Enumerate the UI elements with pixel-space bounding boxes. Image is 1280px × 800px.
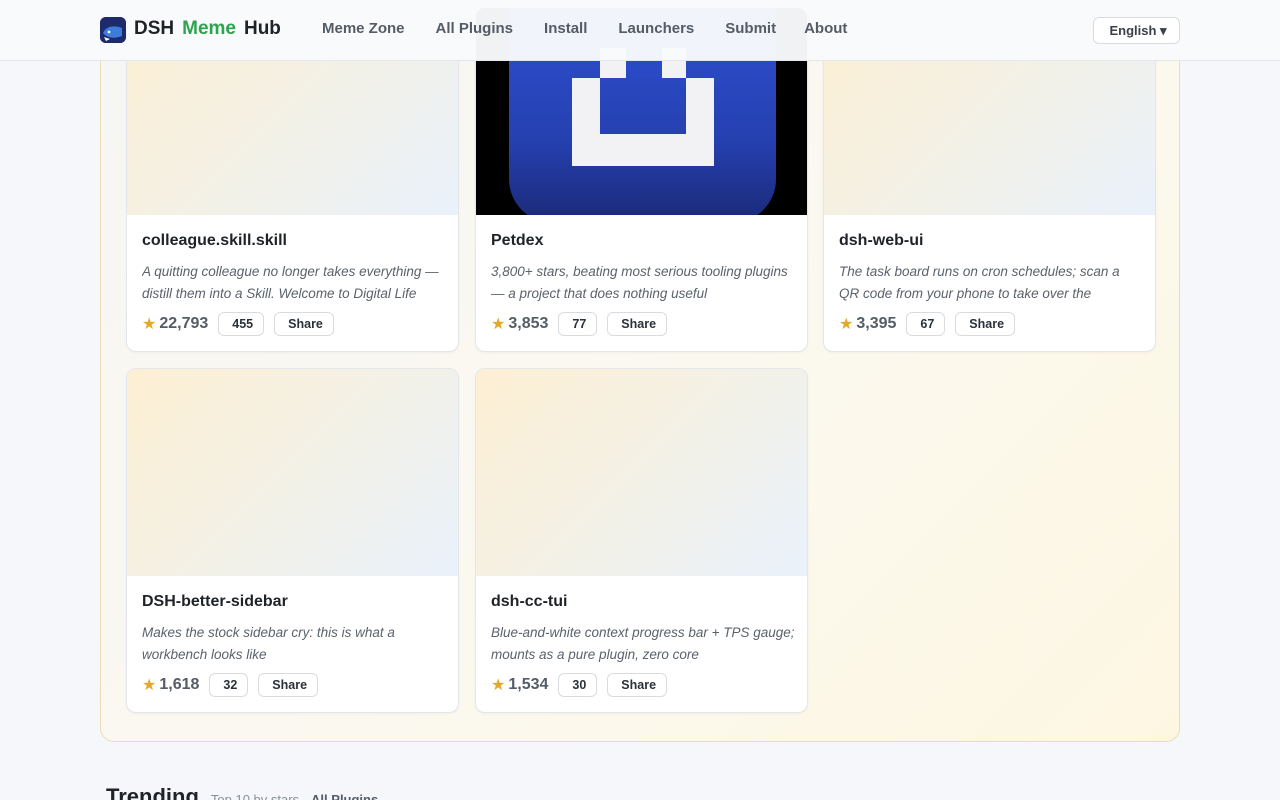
star-icon: ★ [491, 316, 506, 333]
star-icon: ★ [142, 677, 157, 694]
nav-install[interactable]: Install [541, 20, 587, 37]
meme-zone-panel: colleague.skill.skill A quitting colleag… [100, 7, 1180, 742]
card-description-text: The task board runs on cron schedules; s… [839, 264, 1120, 301]
fork-count-value: 77 [572, 317, 587, 331]
nav-all-plugins-label: All Plugins [435, 20, 514, 37]
fork-count-button[interactable]: 67 [906, 312, 946, 336]
star-count-value: 22,793 [159, 315, 209, 332]
fork-count-value: 30 [572, 678, 587, 692]
nav-launchers[interactable]: Launchers [615, 20, 694, 37]
card-description: 3,800+ stars, beating most serious tooli… [491, 261, 795, 305]
fork-count-value: 67 [920, 317, 935, 331]
nav-submit-label: Submit [725, 20, 777, 37]
star-count-value: 1,534 [508, 676, 549, 693]
star-count: ★ 1,618 [142, 675, 199, 695]
card-title[interactable]: Petdex [491, 232, 543, 250]
fork-count-button[interactable]: 77 [558, 312, 598, 336]
card-meta: ★ 3,853 77 Share [491, 312, 668, 336]
card-title[interactable]: colleague.skill.skill [142, 232, 287, 250]
trending-title: Trending [100, 784, 199, 800]
share-label: Share [969, 317, 1005, 331]
card-description-text: Blue-and-white context progress bar + TP… [491, 625, 795, 662]
share-button[interactable]: Share [274, 312, 334, 336]
share-label: Share [621, 317, 657, 331]
nav-install-label: Install [544, 20, 588, 37]
card-title[interactable]: dsh-web-ui [839, 232, 923, 250]
star-count: ★ 3,395 [839, 314, 896, 334]
fork-count-button[interactable]: 30 [558, 673, 598, 697]
card-meta: ★ 1,534 30 Share [491, 673, 668, 697]
fork-count-button[interactable]: 32 [209, 673, 249, 697]
fork-count-button[interactable]: 455 [218, 312, 265, 336]
card-description: A quitting colleague no longer takes eve… [142, 261, 446, 305]
card-thumbnail [127, 369, 458, 576]
dsh-logo-icon[interactable] [100, 17, 126, 43]
card-description: Makes the stock sidebar cry: this is wha… [142, 622, 446, 666]
card-description-text: A quitting colleague no longer takes eve… [142, 264, 439, 301]
brand-part-hub: Hub [243, 18, 281, 39]
trending-section-header: Trending Top 10 by stars All Plugins [100, 784, 378, 800]
brand-part-dsh: DSH [134, 18, 175, 39]
star-count: ★ 3,853 [491, 314, 548, 334]
card-meta: ★ 3,395 67 Share [839, 312, 1016, 336]
share-button[interactable]: Share [955, 312, 1016, 336]
card-title[interactable]: DSH-better-sidebar [142, 593, 288, 611]
star-count: ★ 1,534 [491, 675, 548, 695]
brand-name[interactable]: DSH Meme Hub [134, 18, 281, 40]
star-count-value: 3,395 [856, 315, 897, 332]
star-count-value: 3,853 [508, 315, 549, 332]
fork-count-value: 32 [223, 678, 238, 692]
card-description-text: 3,800+ stars, beating most serious tooli… [491, 264, 788, 301]
card-meta: ★ 1,618 32 Share [142, 673, 319, 697]
nav-meme-zone[interactable]: Meme Zone [319, 20, 405, 37]
language-label: English ▾ [1109, 22, 1167, 38]
share-button[interactable]: Share [607, 673, 668, 697]
trending-all-plugins-link[interactable]: All Plugins [311, 792, 378, 800]
main-nav: Meme Zone All Plugins Install Launchers … [319, 20, 847, 37]
star-count-value: 1,618 [159, 676, 200, 693]
trending-title-text: Trending [106, 784, 199, 800]
card-description: Blue-and-white context progress bar + TP… [491, 622, 795, 666]
plugin-card-dsh-better-sidebar[interactable]: DSH-better-sidebar Makes the stock sideb… [126, 368, 459, 713]
plugin-card-dsh-cc-tui[interactable]: dsh-cc-tui Blue-and-white context progre… [475, 368, 808, 713]
star-icon: ★ [491, 677, 506, 694]
card-thumbnail [476, 369, 807, 576]
nav-meme-zone-label: Meme Zone [322, 20, 405, 37]
share-label: Share [621, 678, 657, 692]
share-button[interactable]: Share [258, 673, 319, 697]
language-select-button[interactable]: English ▾ [1093, 17, 1180, 44]
brand-part-meme: Meme [182, 18, 236, 39]
share-label: Share [272, 678, 308, 692]
nav-about[interactable]: About [804, 20, 847, 37]
trending-subtitle: Top 10 by stars [210, 792, 300, 800]
share-button[interactable]: Share [607, 312, 668, 336]
card-description-text: Makes the stock sidebar cry: this is wha… [142, 625, 395, 662]
card-meta: ★ 22,793 455 Share [142, 312, 334, 336]
fork-count-value: 455 [232, 317, 254, 331]
card-title[interactable]: dsh-cc-tui [491, 593, 567, 611]
nav-submit[interactable]: Submit [722, 20, 776, 37]
top-header: DSH Meme Hub Meme Zone All Plugins Insta… [0, 0, 1280, 61]
star-count: ★ 22,793 [142, 314, 208, 334]
star-icon: ★ [142, 316, 157, 333]
nav-launchers-label: Launchers [618, 20, 695, 37]
card-description: The task board runs on cron schedules; s… [839, 261, 1143, 305]
nav-about-label: About [804, 20, 848, 37]
share-label: Share [288, 317, 323, 331]
trending-all-plugins-label: All Plugins [311, 792, 379, 800]
star-icon: ★ [839, 316, 854, 333]
nav-all-plugins[interactable]: All Plugins [433, 20, 514, 37]
